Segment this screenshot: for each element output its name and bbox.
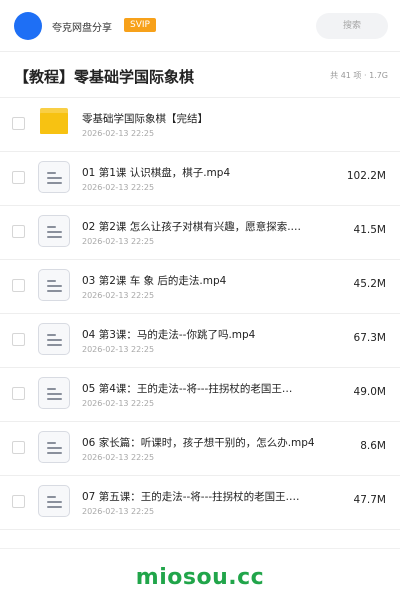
select-checkbox[interactable] <box>12 279 25 292</box>
item-name: 01 第1课 认识棋盘，棋子.mp4 <box>82 167 231 179</box>
list-item[interactable]: 06 家长篇：听课时，孩子想干别的，怎么办.mp4 2026-02-13 22:… <box>0 422 400 476</box>
video-file-icon <box>38 269 70 301</box>
svip-badge: SVIP <box>124 18 156 32</box>
watermark: miosou.cc <box>135 565 265 590</box>
item-date: 2026-02-13 22:25 <box>82 183 155 192</box>
select-checkbox[interactable] <box>12 333 25 346</box>
video-file-icon <box>38 431 70 463</box>
select-checkbox[interactable] <box>12 171 25 184</box>
select-checkbox[interactable] <box>12 387 25 400</box>
username: 夸克网盘分享 <box>52 23 112 34</box>
folder-icon <box>40 108 68 134</box>
list-item[interactable]: 07 第五课：王的走法--将---拄拐杖的老国王.… 2026-02-13 22… <box>0 476 400 530</box>
item-date: 2026-02-13 22:25 <box>82 453 155 462</box>
video-file-icon <box>38 485 70 517</box>
item-name: 零基础学国际象棋【完结】 <box>82 113 208 125</box>
item-size: 102.2M <box>346 170 386 182</box>
item-date: 2026-02-13 22:25 <box>82 291 155 300</box>
title-row: 【教程】零基础学国际象棋 共 41 项 · 1.7G <box>0 52 400 98</box>
item-size: 8.6M <box>360 440 386 452</box>
item-name: 04 第3课：马的走法--你跳了吗.mp4 <box>82 329 256 341</box>
item-date: 2026-02-13 22:25 <box>82 507 155 516</box>
file-list: 零基础学国际象棋【完结】 2026-02-13 22:25 01 第1课 认识棋… <box>0 98 400 530</box>
video-file-icon <box>38 377 70 409</box>
item-date: 2026-02-13 22:25 <box>82 237 155 246</box>
search-input[interactable]: 搜索 <box>316 13 388 39</box>
list-item[interactable]: 03 第2课 车 象 后的走法.mp4 2026-02-13 22:25 45.… <box>0 260 400 314</box>
list-item[interactable]: 02 第2课 怎么让孩子对棋有兴趣，愿意探索.… 2026-02-13 22:2… <box>0 206 400 260</box>
video-file-icon <box>38 161 70 193</box>
item-name: 02 第2课 怎么让孩子对棋有兴趣，愿意探索.… <box>82 221 302 233</box>
list-item[interactable]: 05 第4课：王的走法--将---拄拐杖的老国王… 2026-02-13 22:… <box>0 368 400 422</box>
list-item[interactable]: 01 第1课 认识棋盘，棋子.mp4 2026-02-13 22:25 102.… <box>0 152 400 206</box>
video-file-icon <box>38 215 70 247</box>
item-size: 67.3M <box>353 332 386 344</box>
item-date: 2026-02-13 22:25 <box>82 129 155 138</box>
video-file-icon <box>38 323 70 355</box>
item-name: 03 第2课 车 象 后的走法.mp4 <box>82 275 227 287</box>
list-item[interactable]: 04 第3课：马的走法--你跳了吗.mp4 2026-02-13 22:25 6… <box>0 314 400 368</box>
item-size: 47.7M <box>353 494 386 506</box>
item-name: 07 第五课：王的走法--将---拄拐杖的老国王.… <box>82 491 300 503</box>
list-item[interactable]: 零基础学国际象棋【完结】 2026-02-13 22:25 <box>0 98 400 152</box>
select-checkbox[interactable] <box>12 225 25 238</box>
item-size: 49.0M <box>353 386 386 398</box>
avatar[interactable] <box>14 12 42 40</box>
item-date: 2026-02-13 22:25 <box>82 399 155 408</box>
item-name: 05 第4课：王的走法--将---拄拐杖的老国王… <box>82 383 293 395</box>
item-size: 41.5M <box>353 224 386 236</box>
page-title: 【教程】零基础学国际象棋 <box>14 68 195 86</box>
select-checkbox[interactable] <box>12 441 25 454</box>
item-count-summary: 共 41 项 · 1.7G <box>330 71 388 80</box>
top-bar: 夸克网盘分享 SVIP 搜索 <box>0 0 400 52</box>
item-name: 06 家长篇：听课时，孩子想干别的，怎么办.mp4 <box>82 437 315 449</box>
select-checkbox[interactable] <box>12 117 25 130</box>
select-checkbox[interactable] <box>12 495 25 508</box>
item-date: 2026-02-13 22:25 <box>82 345 155 354</box>
footer: miosou.cc <box>0 548 400 600</box>
item-size: 45.2M <box>353 278 386 290</box>
